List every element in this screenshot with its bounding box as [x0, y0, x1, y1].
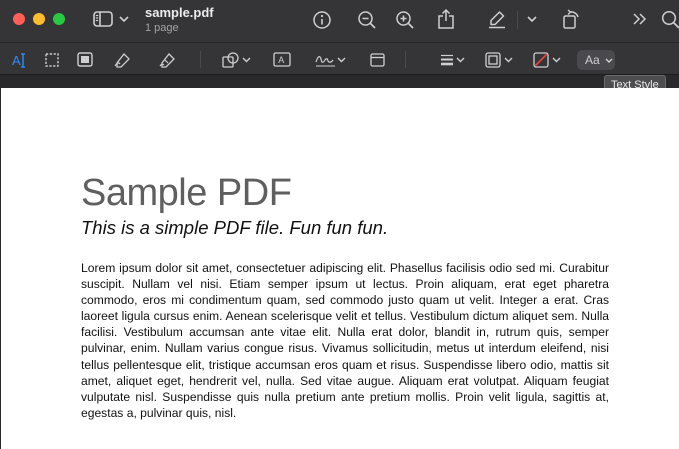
pdf-subheading: This is a simple PDF file. Fun fun fun. — [81, 217, 389, 238]
pdf-body-text: Lorem ipsum dolor sit amet, consectetuer… — [81, 261, 609, 420]
toolbar-shadow-band — [0, 74, 679, 88]
page-count: 1 page — [145, 22, 179, 34]
redact-icon[interactable] — [77, 52, 93, 67]
toolbar-divider — [517, 11, 518, 29]
more-icon[interactable] — [633, 13, 647, 25]
svg-text:A: A — [278, 55, 284, 65]
pdf-page[interactable]: Sample PDF This is a simple PDF file. Fu… — [1, 88, 679, 449]
shapes-icon[interactable] — [222, 52, 252, 68]
zoom-out-icon[interactable] — [357, 10, 377, 30]
highlight-pen-icon[interactable] — [487, 9, 507, 29]
rotate-icon[interactable] — [561, 8, 581, 30]
sidebar-chevron-down-icon[interactable] — [119, 16, 129, 23]
shape-style-icon[interactable] — [440, 53, 466, 67]
rect-selection-icon[interactable] — [45, 53, 59, 67]
text-box-icon[interactable]: A — [273, 52, 291, 67]
border-color-icon[interactable] — [485, 52, 515, 68]
markup-chevron-down-icon[interactable] — [527, 16, 537, 23]
sidebar-icon[interactable] — [93, 11, 113, 27]
search-icon[interactable] — [661, 10, 679, 30]
info-icon[interactable] — [312, 10, 332, 30]
toolbar-divider — [405, 51, 406, 68]
pdf-heading: Sample PDF — [81, 172, 292, 214]
sign-icon[interactable] — [315, 52, 347, 68]
draw-icon[interactable] — [159, 52, 177, 68]
text-style-button[interactable]: Aa — [577, 50, 615, 70]
minimize-button[interactable] — [33, 13, 45, 25]
note-icon[interactable] — [370, 53, 385, 67]
sketch-icon[interactable] — [114, 52, 132, 68]
close-button[interactable] — [13, 13, 25, 25]
text-style-icon: Aa — [585, 53, 600, 67]
text-selection-icon[interactable]: A — [11, 52, 29, 69]
window-title: sample.pdf — [145, 5, 214, 20]
toolbar-divider — [200, 51, 201, 68]
svg-text:A: A — [12, 53, 21, 68]
zoom-button[interactable] — [53, 13, 65, 25]
fill-color-icon[interactable] — [533, 52, 563, 68]
share-icon[interactable] — [437, 8, 455, 30]
zoom-in-icon[interactable] — [395, 10, 415, 30]
